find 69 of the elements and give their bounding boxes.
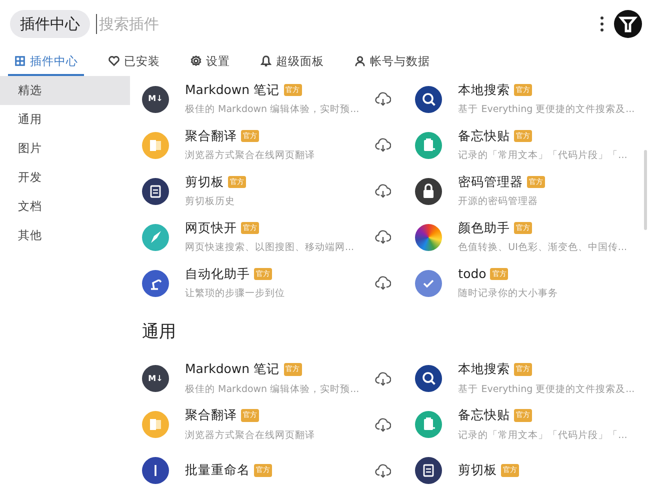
plugin-description: 浏览器方式聚合在线网页翻译 bbox=[185, 149, 316, 164]
plugin-name: 剪切板 bbox=[185, 172, 224, 190]
more-icon bbox=[600, 16, 604, 32]
plugin-description: 让繁琐的步骤一步到位 bbox=[185, 287, 286, 302]
user-icon bbox=[354, 55, 366, 68]
sidebar-item[interactable]: 开发 bbox=[0, 163, 130, 192]
plugin-description: 开源的密码管理器 bbox=[458, 195, 540, 210]
plugin-name: 聚合翻译 bbox=[185, 126, 237, 144]
tab[interactable]: 超级面板 bbox=[254, 52, 330, 76]
cloud-download-icon[interactable] bbox=[375, 92, 392, 106]
title-pill: 插件中心 bbox=[10, 10, 90, 38]
plugin-name: 自动化助手 bbox=[185, 264, 250, 282]
plugin-description: 记录的「常用文本」「代码片段」「... bbox=[458, 149, 628, 164]
plugin-description: 剪切板历史 bbox=[185, 195, 236, 210]
sidebar-item[interactable]: 图片 bbox=[0, 134, 130, 163]
heart-icon bbox=[108, 55, 120, 68]
plugin-description: 网页快速搜索、以图搜图、移动端网... bbox=[185, 241, 356, 256]
cloud-download-icon[interactable] bbox=[375, 184, 392, 198]
gear-icon bbox=[190, 55, 202, 68]
markdown-logo-avatar: M↓ bbox=[142, 365, 169, 392]
plugin-name: 聚合翻译 bbox=[185, 406, 237, 424]
checkmark-avatar bbox=[415, 270, 442, 296]
grid-icon bbox=[14, 55, 26, 68]
plugin-description: 记录的「常用文本」「代码片段」「... bbox=[458, 428, 628, 443]
plugin-name: 网页快开 bbox=[185, 218, 237, 236]
tab[interactable]: 设置 bbox=[184, 52, 236, 76]
cloud-download-icon[interactable] bbox=[375, 276, 392, 290]
document-avatar bbox=[142, 132, 169, 158]
plugin-description: 极佳的 Markdown 编辑体验，实时预... bbox=[185, 382, 360, 397]
plugin-name: 颜色助手 bbox=[458, 218, 510, 236]
plugin-name: 本地搜索 bbox=[458, 80, 510, 98]
plugin-name: 密码管理器 bbox=[458, 172, 524, 190]
document-avatar bbox=[142, 411, 169, 438]
scrollbar-thumb[interactable] bbox=[644, 150, 647, 230]
sidebar-item[interactable]: 精选 bbox=[0, 76, 130, 105]
magnifier-avatar bbox=[415, 86, 442, 112]
plugin-description: 基于 Everything 更便捷的文件搜索及... bbox=[458, 103, 635, 118]
robot-arm-avatar bbox=[142, 270, 169, 296]
plugin-name: 备忘快贴 bbox=[458, 126, 510, 144]
tab[interactable]: 帐号与数据 bbox=[348, 52, 436, 76]
plugin-description: 极佳的 Markdown 编辑体验，实时预... bbox=[185, 103, 360, 118]
section-heading: 通用 bbox=[142, 321, 177, 344]
cloud-download-icon[interactable] bbox=[375, 138, 392, 152]
plugin-description: 随时记录你的大小事务 bbox=[458, 287, 560, 302]
lock-avatar bbox=[415, 178, 442, 204]
plugin-description: 浏览器方式聚合在线网页翻译 bbox=[185, 428, 316, 443]
plugin-name: 本地搜索 bbox=[458, 360, 510, 378]
plugin-name: 备忘快贴 bbox=[458, 406, 510, 424]
sidebar-item[interactable]: 文档 bbox=[0, 192, 130, 221]
color-wheel-avatar bbox=[415, 224, 442, 250]
markdown-logo-avatar: M↓ bbox=[142, 86, 169, 112]
plugin-name: 批量重命名 bbox=[185, 461, 250, 480]
plugin-description: 色值转换、UI色彩、渐变色、中国传... bbox=[458, 241, 628, 256]
plugin-name: Markdown 笔记 bbox=[185, 360, 280, 378]
cloud-download-icon[interactable] bbox=[375, 464, 392, 478]
logo-icon bbox=[614, 10, 642, 38]
cursor-avatar bbox=[142, 457, 169, 484]
plugin-name: Markdown 笔记 bbox=[185, 80, 280, 98]
cloud-download-icon[interactable] bbox=[375, 372, 392, 386]
plugin-name: todo bbox=[458, 264, 486, 282]
magnifier-avatar bbox=[415, 365, 442, 392]
sidebar-item[interactable]: 其他 bbox=[0, 221, 130, 250]
plugin-name: 剪切板 bbox=[458, 461, 498, 480]
bell-icon bbox=[260, 55, 272, 68]
cloud-download-icon[interactable] bbox=[375, 230, 392, 244]
plugin-description: 基于 Everything 更便捷的文件搜索及... bbox=[458, 382, 635, 397]
cloud-download-icon[interactable] bbox=[375, 418, 392, 432]
sidebar-item[interactable]: 通用 bbox=[0, 105, 130, 134]
tab[interactable]: 已安装 bbox=[102, 52, 166, 76]
